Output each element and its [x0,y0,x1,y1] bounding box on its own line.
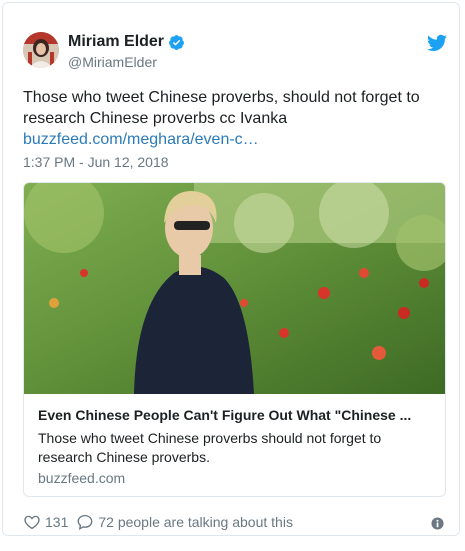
like-action[interactable]: 131 [23,513,68,531]
author-avatar[interactable] [23,32,59,68]
speech-bubble-icon[interactable] [76,513,94,531]
tweet-text-block: Those who tweet Chinese proverbs, should… [23,87,443,150]
link-card[interactable]: Even Chinese People Can't Figure Out Wha… [23,182,446,497]
verified-badge-icon [169,34,184,50]
card-title[interactable]: Even Chinese People Can't Figure Out Wha… [38,407,433,423]
card-description: Those who tweet Chinese proverbs should … [38,430,382,465]
tweet-text: Those who tweet Chinese proverbs, should… [23,89,420,127]
tweet-actions: 131 72 people are talking about this [23,513,301,531]
author-name[interactable]: Miriam Elder [68,33,164,51]
info-icon[interactable] [431,517,444,530]
author-handle[interactable]: @MiriamElder [68,54,157,70]
heart-icon[interactable] [23,513,41,531]
tweet-embed: Miriam Elder @MiriamElder Those who twee… [2,2,460,536]
author-name-row[interactable]: Miriam Elder [68,33,185,51]
tweet-timestamp[interactable]: 1:37 PM - Jun 12, 2018 [23,154,169,170]
tweet-link[interactable]: buzzfeed.com/meghara/even-c… [23,129,443,150]
conversation-text[interactable]: 72 people are talking about this [98,514,293,530]
conversation-action[interactable]: 72 people are talking about this [76,513,293,531]
card-domain: buzzfeed.com [38,470,126,486]
card-image[interactable] [24,183,446,394]
twitter-bird-icon[interactable] [427,34,447,52]
like-count: 131 [45,514,69,530]
